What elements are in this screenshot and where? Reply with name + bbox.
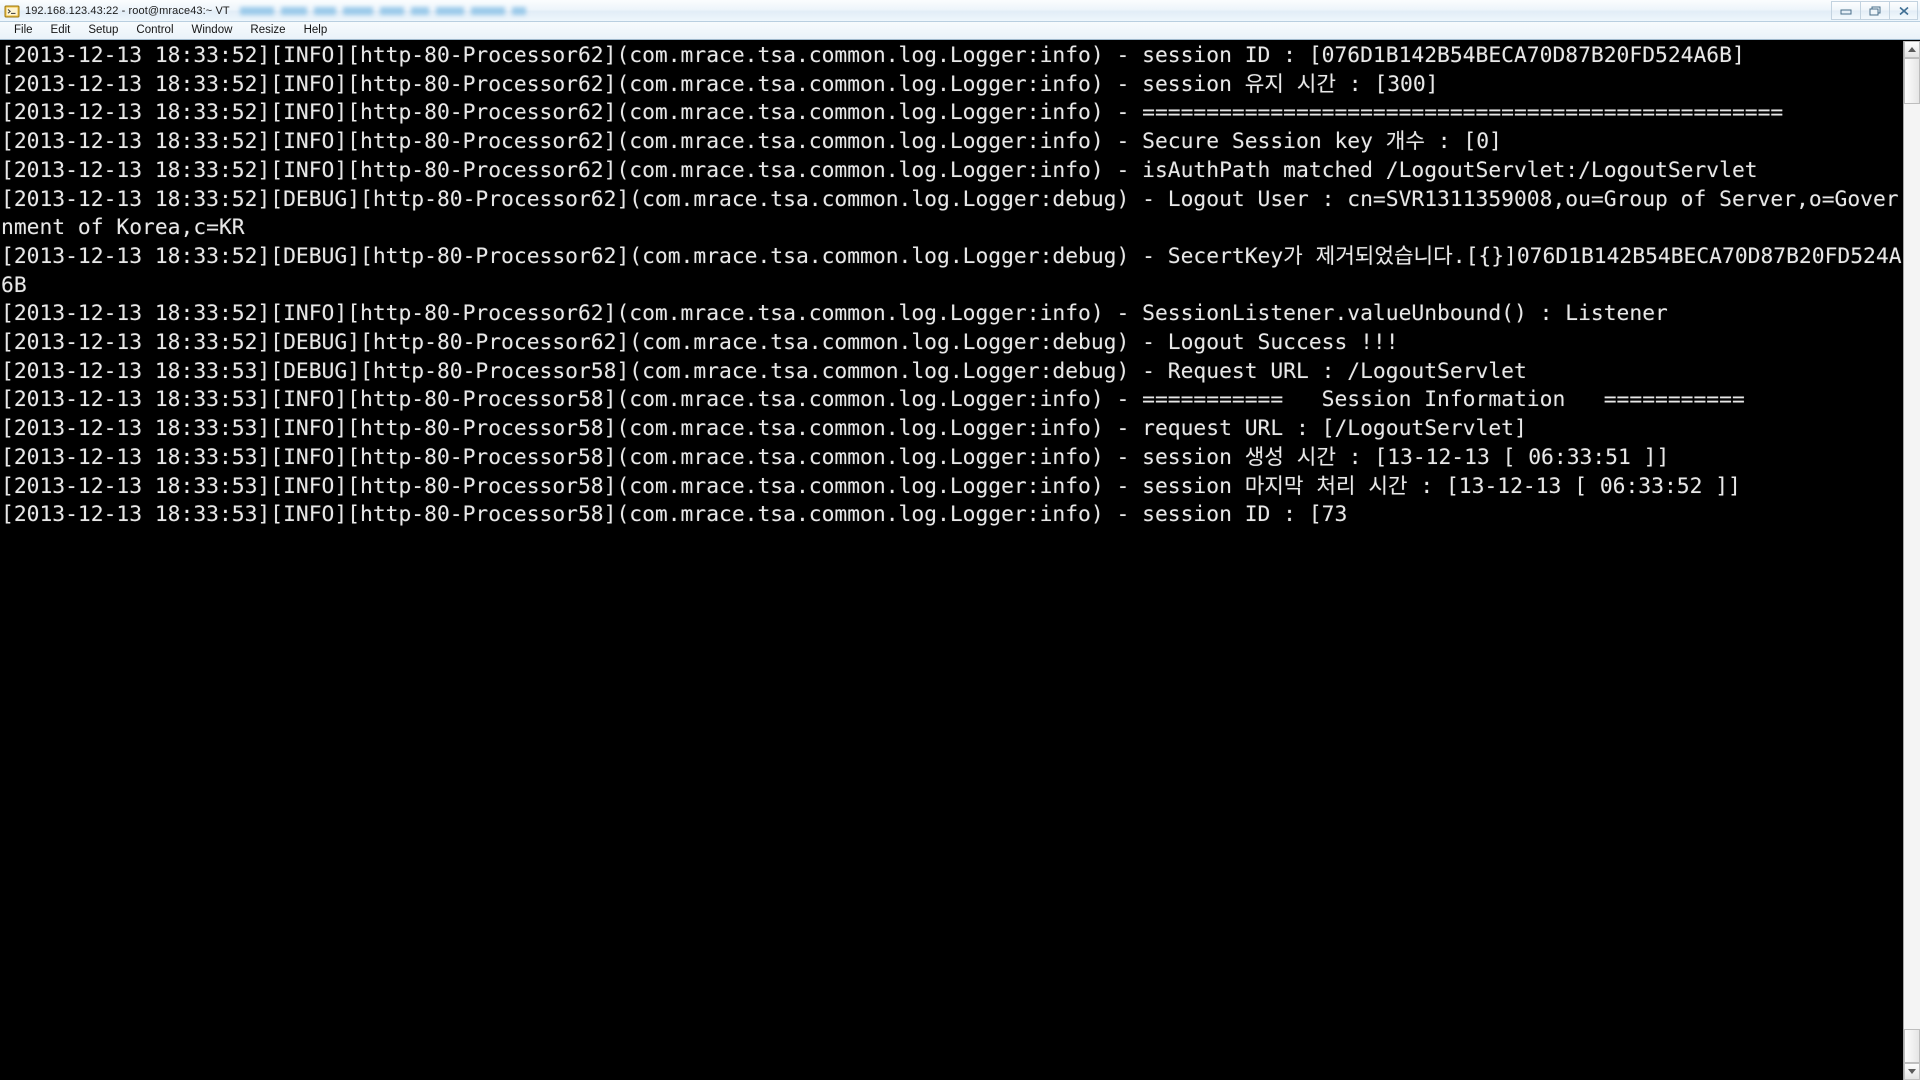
scroll-down-button[interactable] xyxy=(1904,1063,1920,1080)
terminal-scrollbar[interactable] xyxy=(1903,41,1920,1080)
menu-edit[interactable]: Edit xyxy=(42,22,80,39)
terminal-output[interactable]: [2013-12-13 18:33:52][INFO][http-80-Proc… xyxy=(0,41,1903,1080)
redacted-title-suffix xyxy=(239,5,526,16)
minimize-button[interactable] xyxy=(1831,1,1860,20)
terminal-app-icon xyxy=(4,3,20,19)
menu-window[interactable]: Window xyxy=(183,22,242,39)
menu-setup[interactable]: Setup xyxy=(79,22,127,39)
terminal-window: 192.168.123.43:22 - root@mrace43:~ VT Fi… xyxy=(0,0,1920,1080)
close-icon xyxy=(1898,6,1909,15)
terminal-area: [2013-12-13 18:33:52][INFO][http-80-Proc… xyxy=(0,40,1920,1080)
chevron-up-icon xyxy=(1908,47,1916,52)
chevron-down-icon xyxy=(1908,1069,1916,1074)
close-button[interactable] xyxy=(1889,1,1918,20)
restore-icon xyxy=(1869,6,1881,15)
restore-button[interactable] xyxy=(1860,1,1889,20)
scrollbar-thumb[interactable] xyxy=(1904,1029,1920,1063)
scrollbar-thumb-top[interactable] xyxy=(1904,58,1920,104)
scrollbar-track[interactable] xyxy=(1904,58,1920,1063)
menu-bar: File Edit Setup Control Window Resize He… xyxy=(0,22,1920,40)
minimize-icon xyxy=(1840,9,1852,14)
menu-help[interactable]: Help xyxy=(295,22,337,39)
window-title: 192.168.123.43:22 - root@mrace43:~ VT xyxy=(25,4,230,17)
scroll-up-button[interactable] xyxy=(1904,41,1920,58)
menu-resize[interactable]: Resize xyxy=(241,22,294,39)
window-controls xyxy=(1831,1,1918,21)
window-titlebar[interactable]: 192.168.123.43:22 - root@mrace43:~ VT xyxy=(0,0,1920,22)
menu-file[interactable]: File xyxy=(5,22,42,39)
menu-control[interactable]: Control xyxy=(127,22,182,39)
